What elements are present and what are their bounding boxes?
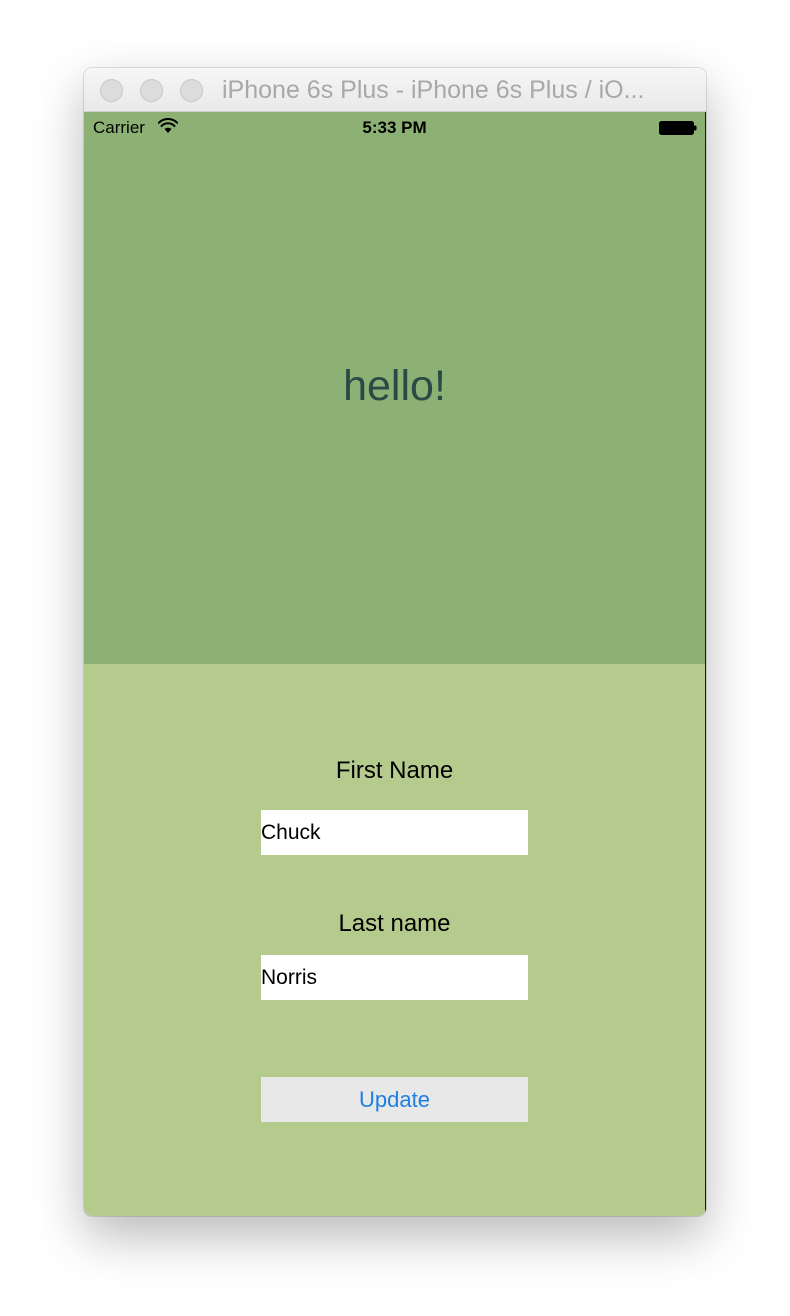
last-name-field[interactable]	[261, 955, 528, 1000]
greeting-pane: Carrier 5:33 PM hello!	[84, 112, 705, 664]
window-title: iPhone 6s Plus - iPhone 6s Plus / iO...	[222, 76, 645, 104]
update-button[interactable]: Update	[261, 1077, 528, 1122]
window-titlebar: iPhone 6s Plus - iPhone 6s Plus / iO...	[84, 68, 706, 112]
greeting-text: hello!	[343, 362, 446, 410]
device-screen: Carrier 5:33 PM hello! First Name Last n…	[84, 112, 706, 1216]
status-time: 5:33 PM	[362, 118, 427, 137]
first-name-label: First Name	[335, 757, 454, 784]
close-window-button[interactable]	[100, 79, 123, 102]
simulator-window: iPhone 6s Plus - iPhone 6s Plus / iO... …	[84, 68, 706, 1216]
last-name-label: Last name	[338, 910, 451, 937]
status-bar: Carrier 5:33 PM	[84, 112, 705, 144]
battery-icon	[659, 121, 697, 135]
minimize-window-button[interactable]	[140, 79, 163, 102]
zoom-window-button[interactable]	[180, 79, 203, 102]
first-name-field[interactable]	[261, 810, 528, 855]
form-pane: First Name Last name Update	[84, 664, 705, 1216]
